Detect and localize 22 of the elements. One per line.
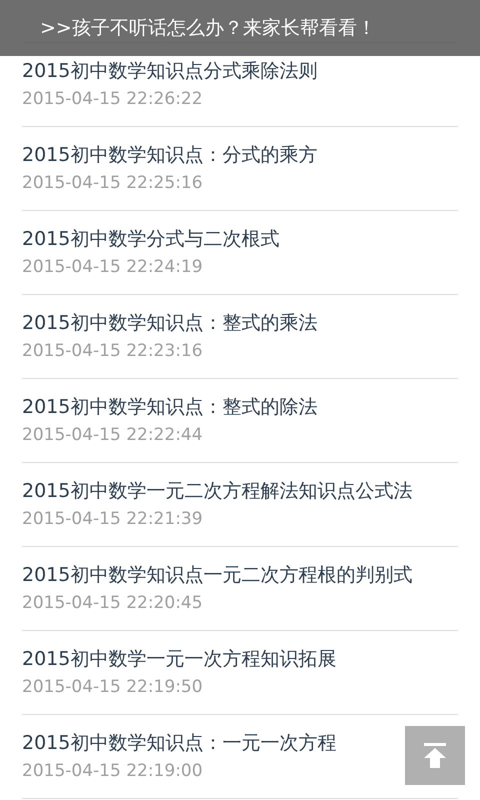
- promo-banner[interactable]: >>孩子不听话怎么办？来家长帮看看！: [0, 0, 480, 56]
- article-title[interactable]: 2015初中数学一元二次方程解法知识点公式法: [22, 479, 412, 503]
- back-to-top-button[interactable]: [405, 726, 465, 785]
- article-date: 2015-04-15 22:23:16: [22, 340, 203, 363]
- article-date: 2015-04-15 22:21:39: [22, 508, 203, 531]
- article-date: 2015-04-15 22:26:22: [22, 88, 203, 111]
- article-title[interactable]: 2015初中数学知识点：整式的乘法: [22, 311, 318, 335]
- article-title[interactable]: 2015初中数学知识点：分式的乘方: [22, 143, 318, 167]
- article-date: 2015-04-15 22:20:45: [22, 592, 203, 615]
- article-date: 2015-04-15 22:19:00: [22, 760, 203, 783]
- article-date: 2015-04-15 22:19:50: [22, 676, 203, 699]
- arrow-up-icon: [422, 742, 448, 768]
- article-date: 2015-04-15 22:25:16: [22, 172, 203, 195]
- article-title[interactable]: 2015初中数学一元一次方程知识拓展: [22, 647, 336, 671]
- article-title[interactable]: 2015初中数学知识点分式乘除法则: [22, 59, 318, 83]
- article-title[interactable]: 2015初中数学知识点：一元一次方程: [22, 731, 336, 755]
- article-date: 2015-04-15 22:22:44: [22, 424, 203, 447]
- article-date: 2015-04-15 22:24:19: [22, 256, 203, 279]
- article-title[interactable]: 2015初中数学知识点一元二次方程根的判别式: [22, 563, 412, 587]
- article-title[interactable]: 2015初中数学知识点：整式的除法: [22, 395, 318, 419]
- article-title[interactable]: 2015初中数学分式与二次根式: [22, 227, 280, 251]
- banner-text: >>孩子不听话怎么办？来家长帮看看！: [40, 16, 376, 41]
